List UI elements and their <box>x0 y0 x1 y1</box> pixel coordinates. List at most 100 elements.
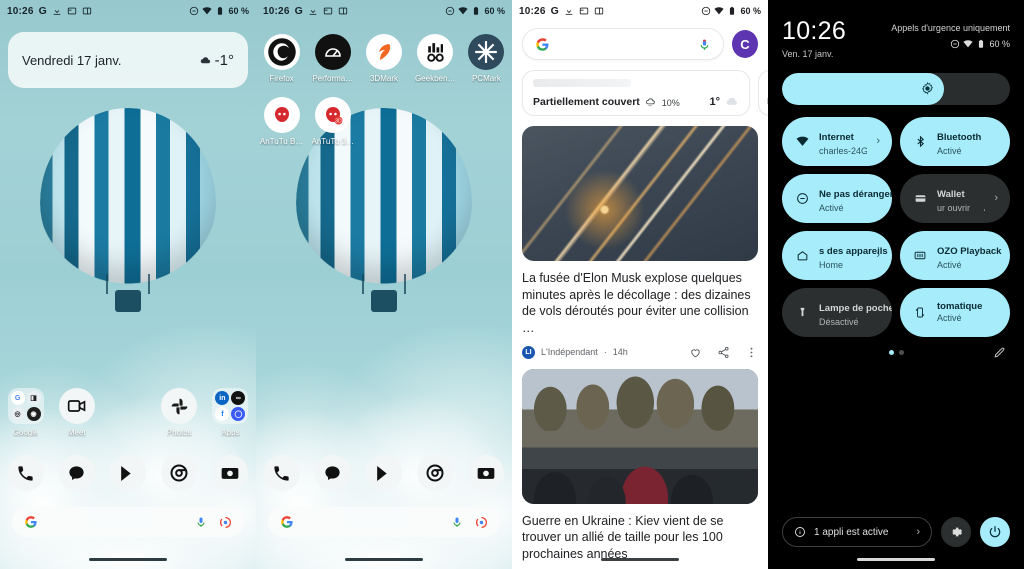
google-search-bar[interactable] <box>12 507 244 537</box>
tile-do-not-disturb[interactable]: Ne pas déranger Activé <box>782 173 892 223</box>
page-dot-active[interactable] <box>888 349 894 355</box>
chevron-right-icon[interactable]: › <box>876 135 880 147</box>
app-geekbench[interactable]: Geekben… <box>410 34 461 83</box>
search-input[interactable] <box>302 516 422 528</box>
svg-text:3D: 3D <box>335 118 342 124</box>
tile-ozo-playback[interactable]: OZO Playback Activé <box>900 230 1010 280</box>
nav-gesture-bar[interactable] <box>89 558 167 561</box>
mic-icon[interactable] <box>195 516 207 528</box>
camera-icon <box>468 455 505 491</box>
tile-device-controls[interactable]: s des appareils Home › <box>782 230 892 280</box>
chevron-right-icon[interactable]: › <box>876 249 880 261</box>
heart-icon[interactable] <box>689 346 702 359</box>
google-search-bar[interactable] <box>268 507 500 537</box>
power-button[interactable] <box>980 517 1010 547</box>
pencil-icon[interactable] <box>993 346 1006 359</box>
app-firefox[interactable]: Firefox <box>256 34 307 83</box>
dock-item-messages[interactable] <box>307 455 358 491</box>
more-options-icon[interactable] <box>745 346 758 359</box>
quick-settings-footer: 1 appli est active › <box>782 517 1010 547</box>
page-dot[interactable] <box>898 349 904 355</box>
tile-auto-rotate[interactable]: tomatique Ro Activé <box>900 287 1010 337</box>
dock-item-phone[interactable] <box>0 455 51 491</box>
settings-button[interactable] <box>941 517 971 547</box>
app-antutu-benchmark[interactable]: AnTuTu B… <box>256 97 307 146</box>
dock-item-play-store[interactable] <box>102 455 153 491</box>
screenshot-icon <box>323 7 332 15</box>
search-row: C <box>522 28 758 60</box>
shortcut-google-folder[interactable]: G ◨ ◎ ◉ Google <box>0 388 51 437</box>
google-search-bar[interactable] <box>522 28 724 60</box>
multiwindow-icon <box>338 7 347 15</box>
dnd-icon <box>794 192 810 205</box>
dock-item-play-store[interactable] <box>358 455 409 491</box>
cloud-icon <box>200 56 210 63</box>
bluetooth-icon <box>912 135 928 148</box>
app-3dmark[interactable]: 3DMark <box>358 34 409 83</box>
dock-item-camera[interactable] <box>461 455 512 491</box>
ozo-playback-icon <box>912 249 928 262</box>
active-apps-label: 1 appli est active <box>814 526 889 538</box>
quick-settings-panel: 10:26 Ven. 17 janv. Appels d'urgence uni… <box>768 0 1024 569</box>
tile-flashlight[interactable]: Lampe de poche Désactivé <box>782 287 892 337</box>
lens-icon[interactable] <box>475 516 488 529</box>
app-label: AnTuTu 3… <box>311 137 355 146</box>
page-indicator <box>782 347 1010 358</box>
app-performance-test[interactable]: Performa… <box>307 34 358 83</box>
tile-internet[interactable]: Internet charles-24G › <box>782 116 892 166</box>
chevron-right-icon: › <box>916 526 920 538</box>
article-time: 14h <box>612 347 628 357</box>
side-card[interactable]: Per… <box>758 70 768 116</box>
app-antutu-3d[interactable]: 3D AnTuTu 3… <box>307 97 358 146</box>
dock-item-chrome[interactable] <box>410 455 461 491</box>
home-shortcut-row: G ◨ ◎ ◉ Google Meet Photos in ∞ f ◯ Apps <box>0 388 256 437</box>
tile-title: Internet <box>819 131 854 143</box>
nav-gesture-bar[interactable] <box>601 558 679 561</box>
home-screen-page-2: 10:26 G 60 % Firefox Performa… 3DMark Ge… <box>256 0 512 569</box>
power-icon <box>989 526 1001 538</box>
article-card[interactable]: Guerre en Ukraine : Kiev vient de se tro… <box>522 368 758 569</box>
weather-card-row: Partiellement couvert 10% 1° Per… <box>522 70 768 116</box>
mic-icon[interactable] <box>698 38 711 51</box>
article-title: La fusée d'Elon Musk explose quelques mi… <box>522 271 751 335</box>
shortcut-apps-folder[interactable]: in ∞ f ◯ Apps <box>205 388 256 437</box>
nav-gesture-bar[interactable] <box>345 558 423 561</box>
wifi-icon <box>714 7 725 15</box>
article-meta: LI L'Indépendant · 14h <box>522 345 758 359</box>
search-input[interactable] <box>46 516 166 528</box>
search-input[interactable] <box>556 38 698 50</box>
battery-level: 60 % <box>228 6 249 16</box>
tile-bluetooth[interactable]: Bluetooth Activé <box>900 116 1010 166</box>
avatar[interactable]: C <box>732 30 758 58</box>
tile-subtitle: Activé <box>937 259 962 270</box>
nav-gesture-bar[interactable] <box>857 558 935 561</box>
dock-item-chrome[interactable] <box>154 455 205 491</box>
share-icon[interactable] <box>717 346 730 359</box>
chevron-right-icon[interactable]: › <box>994 192 998 204</box>
shortcut-photos[interactable]: Photos <box>154 388 205 437</box>
dnd-icon <box>951 39 960 49</box>
play-store-icon <box>365 455 402 491</box>
lens-icon[interactable] <box>219 516 232 529</box>
app-label: Geekben… <box>414 74 456 83</box>
dock <box>0 455 256 491</box>
home-screen-page-1: 10:26 G 60 % Vendredi 17 janv. -1° G ◨ ◎… <box>0 0 256 569</box>
at-a-glance-temperature: -1° <box>214 51 234 69</box>
status-bar: 10:26 G 60 % <box>0 0 256 22</box>
status-icons: 60 % <box>891 39 1010 49</box>
3dmark-icon <box>365 34 402 70</box>
brightness-slider[interactable] <box>782 72 1010 105</box>
dock-item-phone[interactable] <box>256 455 307 491</box>
google-icon: G <box>550 5 559 17</box>
dock-item-camera[interactable] <box>205 455 256 491</box>
shortcut-meet[interactable]: Meet <box>51 388 102 437</box>
article-card[interactable]: La fusée d'Elon Musk explose quelques mi… <box>522 126 758 359</box>
active-apps-button[interactable]: 1 appli est active › <box>782 517 932 547</box>
mic-icon[interactable] <box>451 516 463 528</box>
app-pcmark[interactable]: PCMark <box>461 34 512 83</box>
at-a-glance-widget[interactable]: Vendredi 17 janv. -1° <box>8 32 248 88</box>
status-time: 10:26 <box>519 5 546 17</box>
dock-item-messages[interactable] <box>51 455 102 491</box>
tile-wallet[interactable]: Wallet ur ouvrir Ap › <box>900 173 1010 223</box>
weather-card[interactable]: Partiellement couvert 10% 1° <box>522 70 750 116</box>
